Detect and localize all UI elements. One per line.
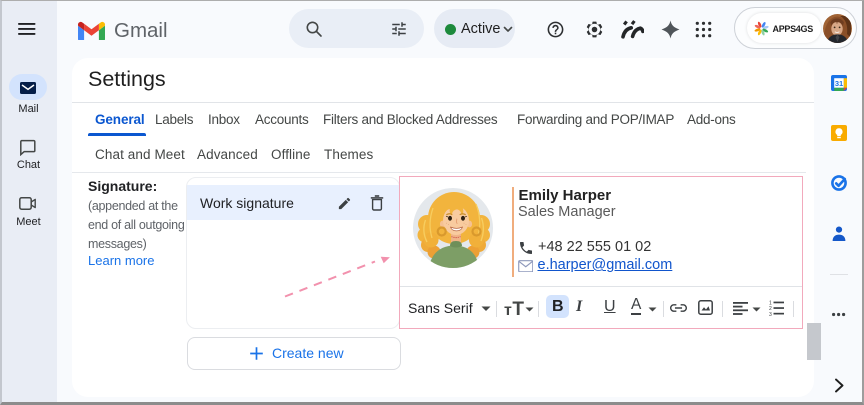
svg-text:31: 31 — [835, 79, 843, 88]
svg-text:3: 3 — [769, 312, 772, 316]
